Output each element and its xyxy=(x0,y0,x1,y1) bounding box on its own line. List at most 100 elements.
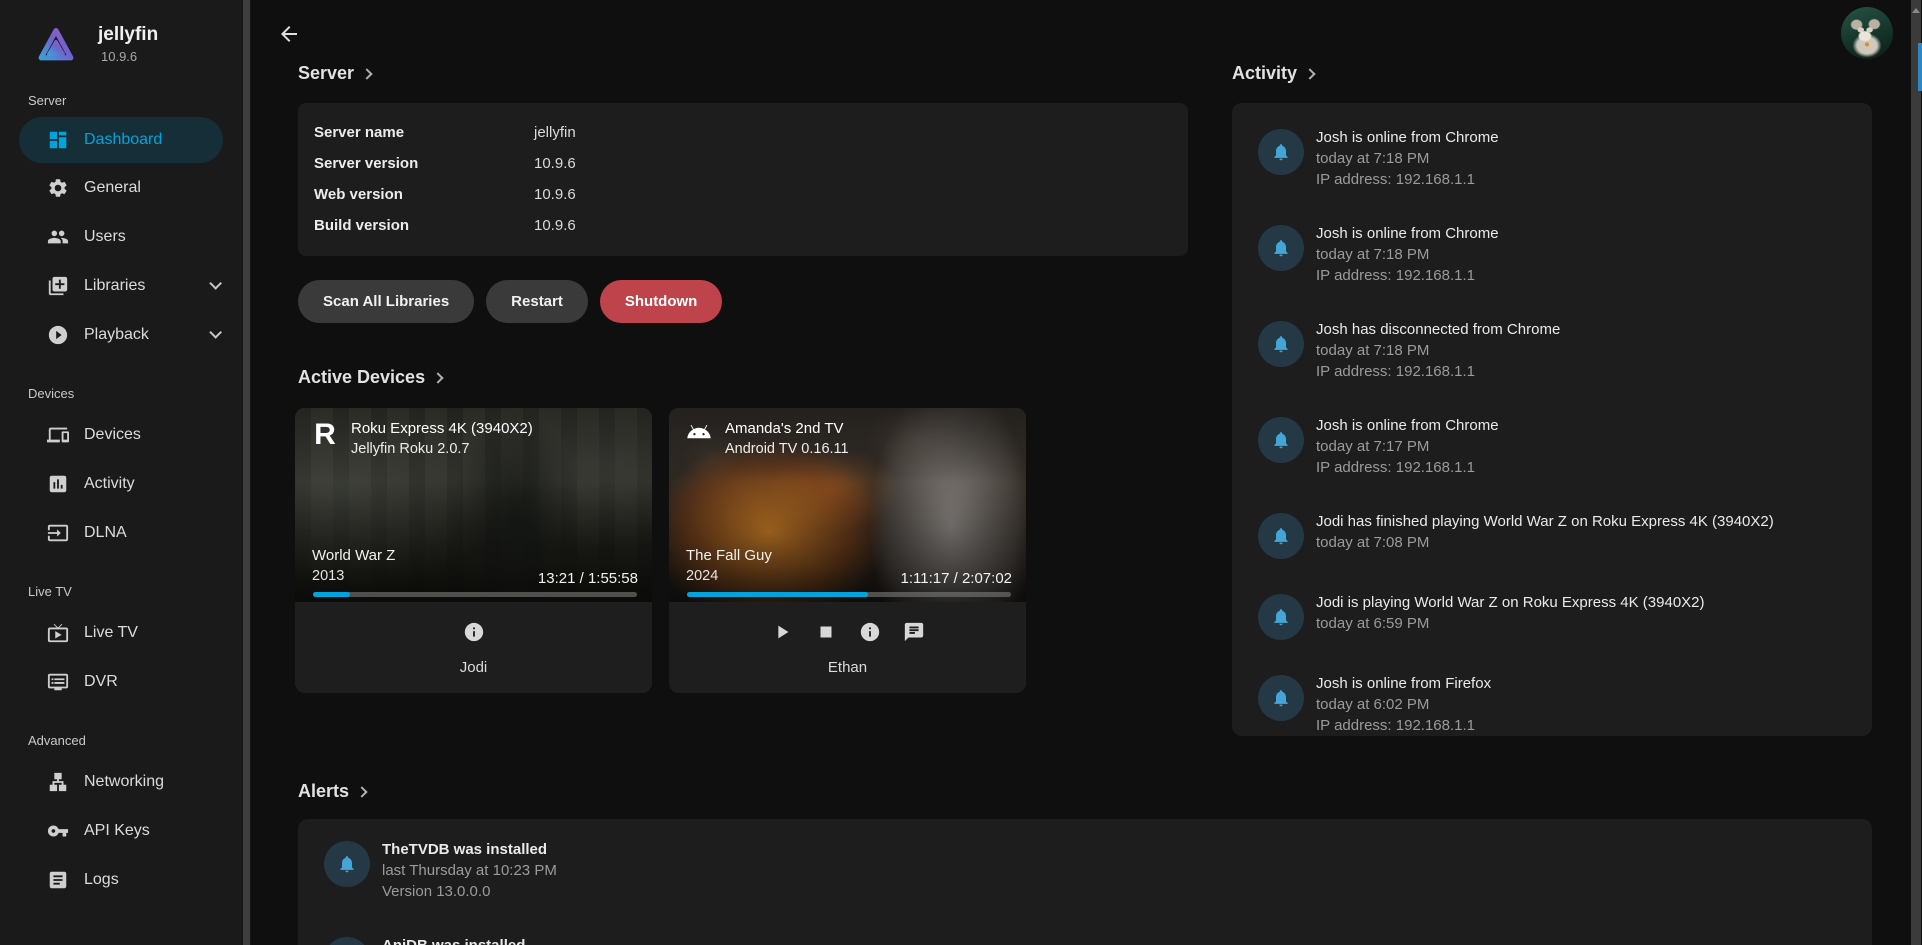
scrollbar-accent xyxy=(1918,43,1922,91)
user-avatar[interactable] xyxy=(1841,7,1893,59)
playback-icon xyxy=(46,323,70,347)
stop-button[interactable] xyxy=(814,620,838,644)
server-info-row: Server version 10.9.6 xyxy=(314,148,1172,179)
alert-item: AniDB was installed xyxy=(324,935,1846,945)
device-card-roku[interactable]: R Roku Express 4K (3940X2) Jellyfin Roku… xyxy=(295,408,652,693)
bell-icon xyxy=(1258,225,1304,271)
activity-item: Josh is online from Chrome today at 7:17… xyxy=(1258,415,1846,478)
bell-icon xyxy=(1258,321,1304,367)
device-card-android-tv[interactable]: Amanda's 2nd TV Android TV 0.16.11 The F… xyxy=(669,408,1026,693)
alert-item-detail: Version 13.0.0.0 xyxy=(382,881,557,902)
sidebar-item-logs[interactable]: Logs xyxy=(0,855,242,904)
activity-icon xyxy=(46,472,70,496)
bell-icon xyxy=(1258,594,1304,640)
roku-logo-icon: R xyxy=(309,420,341,450)
activity-item: Jodi has finished playing World War Z on… xyxy=(1258,511,1846,559)
media-title: The Fall Guy xyxy=(686,545,772,566)
scan-all-libraries-button[interactable]: Scan All Libraries xyxy=(298,280,474,323)
chevron-right-icon xyxy=(432,372,443,383)
devices-icon xyxy=(46,423,70,447)
sidebar-scrollbar[interactable] xyxy=(242,0,251,945)
android-logo-icon xyxy=(683,420,715,446)
activity-item-time: today at 7:17 PM xyxy=(1316,436,1499,457)
session-user: Jodi xyxy=(460,659,488,676)
activity-item-ip: IP address: 192.168.1.1 xyxy=(1316,361,1560,382)
dlna-icon xyxy=(46,521,70,545)
sidebar-section-devices: Devices xyxy=(0,386,242,401)
sidebar-item-api-keys[interactable]: API Keys xyxy=(0,806,242,855)
media-title: World War Z xyxy=(312,545,395,566)
build-version-label: Build version xyxy=(314,217,534,234)
sidebar-item-playback[interactable]: Playback xyxy=(0,310,242,359)
activity-item-ip: IP address: 192.168.1.1 xyxy=(1316,457,1499,478)
bell-icon xyxy=(1258,513,1304,559)
activity-item-time: today at 6:02 PM xyxy=(1316,694,1491,715)
sidebar-item-label: Libraries xyxy=(84,277,145,295)
activity-item-time: today at 7:18 PM xyxy=(1316,148,1499,169)
sidebar-item-libraries[interactable]: Libraries xyxy=(0,261,242,310)
sidebar-item-general[interactable]: General xyxy=(0,163,242,212)
active-devices-heading[interactable]: Active Devices xyxy=(298,367,442,388)
playback-time: 1:11:17 / 2:07:02 xyxy=(901,570,1012,587)
activity-feed: Josh is online from Chrome today at 7:18… xyxy=(1232,103,1872,736)
sidebar-item-devices[interactable]: Devices xyxy=(0,410,242,459)
dvr-icon xyxy=(46,670,70,694)
sidebar-section-advanced: Advanced xyxy=(0,733,242,748)
info-button[interactable] xyxy=(858,620,882,644)
sidebar-item-label: Activity xyxy=(84,475,135,493)
sidebar-item-label: Devices xyxy=(84,426,141,444)
activity-item-ip: IP address: 192.168.1.1 xyxy=(1316,715,1491,736)
send-message-button[interactable] xyxy=(902,620,926,644)
info-button[interactable] xyxy=(462,620,486,644)
sidebar-item-dashboard[interactable]: Dashboard xyxy=(19,117,223,163)
activity-item-time: today at 6:59 PM xyxy=(1316,613,1705,634)
sidebar-item-label: DLNA xyxy=(84,524,127,542)
shutdown-button[interactable]: Shutdown xyxy=(600,280,722,323)
sidebar-item-activity[interactable]: Activity xyxy=(0,459,242,508)
activity-item-ip: IP address: 192.168.1.1 xyxy=(1316,169,1499,190)
users-icon xyxy=(46,225,70,249)
page-scrollbar[interactable] xyxy=(1911,0,1921,945)
sidebar-item-users[interactable]: Users xyxy=(0,212,242,261)
session-user: Ethan xyxy=(828,659,867,676)
device-name: Amanda's 2nd TV xyxy=(725,418,849,439)
activity-item-ip: IP address: 192.168.1.1 xyxy=(1316,265,1499,286)
server-info-card: Server name jellyfin Server version 10.9… xyxy=(298,103,1188,256)
server-info-row: Web version 10.9.6 xyxy=(314,179,1172,210)
scrollbar-up-arrow-icon[interactable] xyxy=(1912,8,1920,13)
alerts-heading[interactable]: Alerts xyxy=(298,781,366,802)
server-info-row: Build version 10.9.6 xyxy=(314,210,1172,241)
app-name: jellyfin xyxy=(98,24,158,46)
activity-item: Josh has disconnected from Chrome today … xyxy=(1258,319,1846,382)
sidebar-item-label: Dashboard xyxy=(84,131,162,149)
back-button[interactable] xyxy=(277,22,301,46)
activity-item-title: Josh is online from Chrome xyxy=(1316,127,1499,148)
jellyfin-logo-icon xyxy=(36,24,76,66)
alert-item-title: TheTVDB was installed xyxy=(382,839,557,860)
chevron-right-icon xyxy=(361,68,372,79)
activity-item-title: Josh is online from Chrome xyxy=(1316,415,1499,436)
build-version-value: 10.9.6 xyxy=(534,217,576,234)
chevron-down-icon xyxy=(209,326,222,339)
server-section-heading[interactable]: Server xyxy=(298,63,371,84)
sidebar-item-label: Live TV xyxy=(84,624,138,642)
client-version: Jellyfin Roku 2.0.7 xyxy=(351,439,533,460)
sidebar-section-livetv: Live TV xyxy=(0,584,242,599)
bell-icon xyxy=(324,937,370,945)
sidebar-item-networking[interactable]: Networking xyxy=(0,757,242,806)
activity-item: Jodi is playing World War Z on Roku Expr… xyxy=(1258,592,1846,640)
networking-icon xyxy=(46,770,70,794)
play-button[interactable] xyxy=(770,620,794,644)
restart-button[interactable]: Restart xyxy=(486,280,588,323)
logs-icon xyxy=(46,868,70,892)
sidebar-item-dvr[interactable]: DVR xyxy=(0,657,242,706)
sidebar-item-live-tv[interactable]: Live TV xyxy=(0,608,242,657)
sidebar-item-dlna[interactable]: DLNA xyxy=(0,508,242,557)
server-name-value: jellyfin xyxy=(534,124,576,141)
chevron-right-icon xyxy=(1304,68,1315,79)
activity-heading[interactable]: Activity xyxy=(1232,63,1314,84)
playback-time: 13:21 / 1:55:58 xyxy=(538,570,638,587)
chevron-down-icon xyxy=(209,277,222,290)
playback-progress-bar xyxy=(687,592,1011,597)
sidebar: jellyfin 10.9.6 Server Dashboard General… xyxy=(0,0,242,945)
